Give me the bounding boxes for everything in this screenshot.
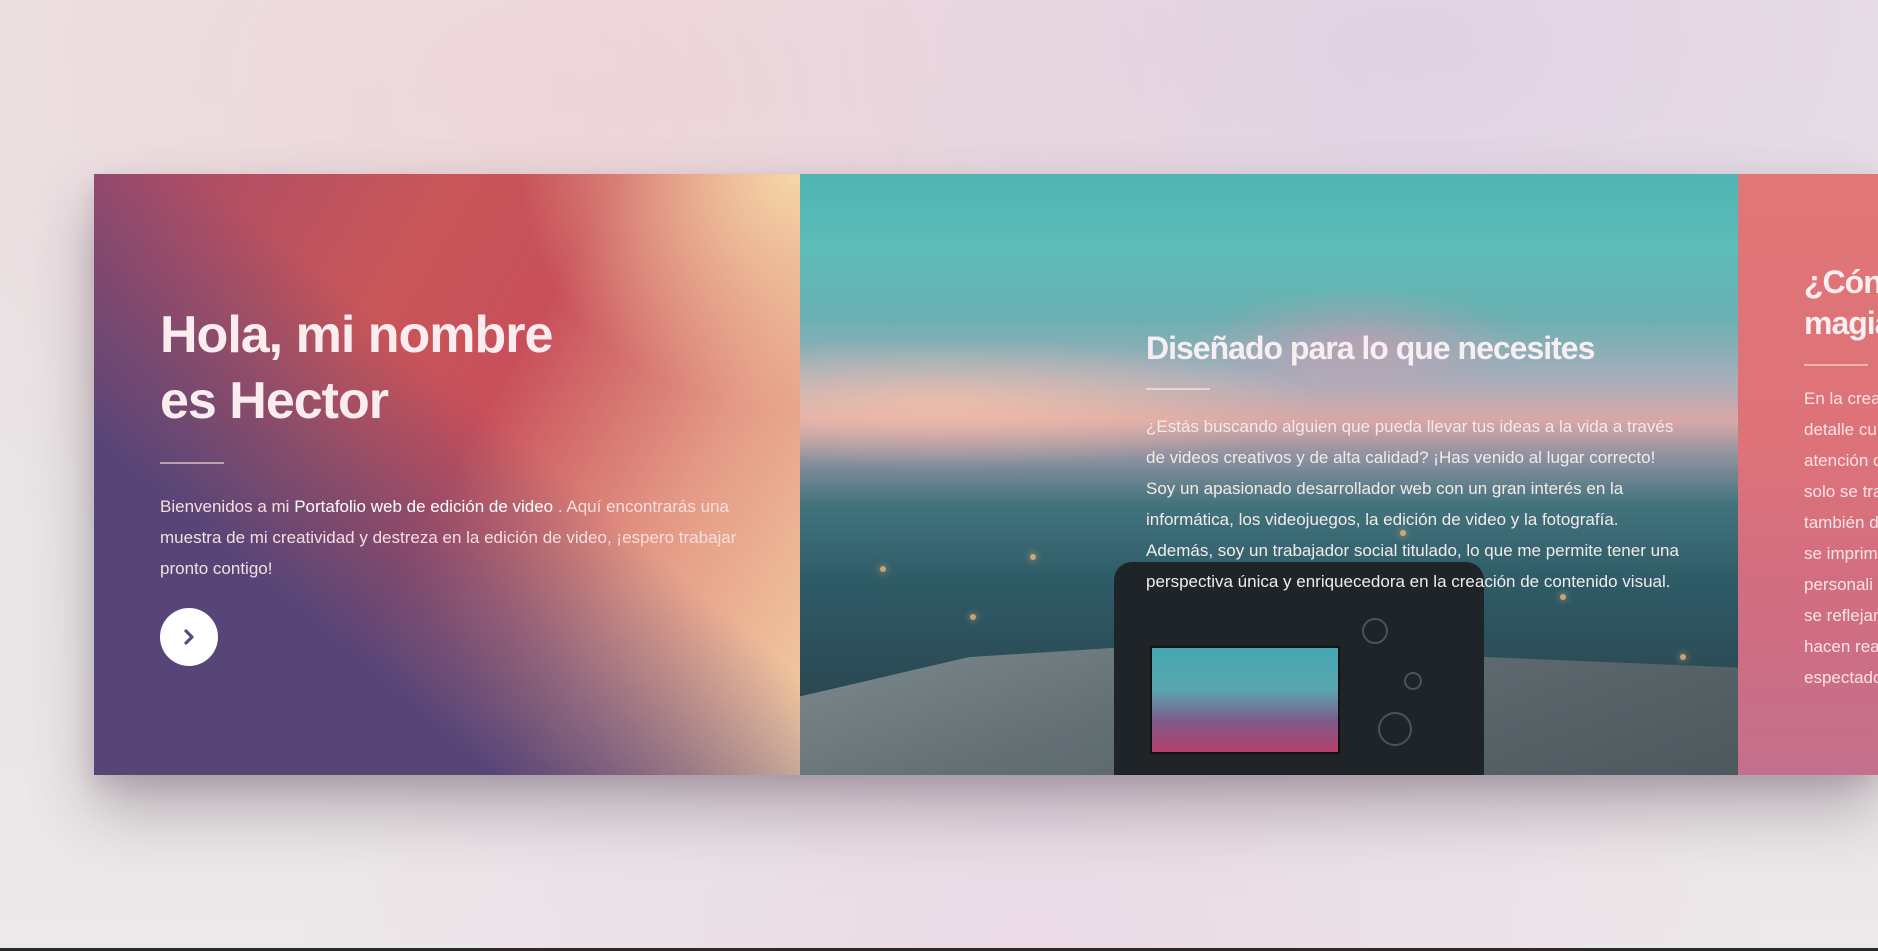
camera-dial bbox=[1404, 672, 1422, 690]
city-light bbox=[880, 566, 886, 572]
magic-title: ¿Cón magia bbox=[1804, 262, 1878, 344]
magic-text-line: solo se tra bbox=[1804, 482, 1878, 501]
about-title: Diseñado para lo que necesites bbox=[1146, 330, 1595, 366]
camera-dial bbox=[1362, 618, 1388, 644]
title-divider bbox=[160, 462, 224, 464]
magic-text-line: también d bbox=[1804, 513, 1878, 532]
portfolio-highlight: Portafolio web de edición de video bbox=[294, 497, 554, 516]
magic-text-line: se reflejan bbox=[1804, 606, 1878, 625]
city-light bbox=[1030, 554, 1036, 560]
magic-content: ¿Cón magia En la crea detalle cu atenció… bbox=[1804, 262, 1878, 693]
title-divider bbox=[1146, 388, 1210, 390]
magic-title-line-2: magia bbox=[1804, 305, 1878, 341]
magic-panel: ¿Cón magia En la crea detalle cu atenció… bbox=[1738, 174, 1878, 775]
magic-text-line: detalle cu bbox=[1804, 420, 1877, 439]
intro-text-start: Bienvenidos a mi bbox=[160, 497, 295, 516]
magic-text-line: personali bbox=[1804, 575, 1873, 594]
magic-text-line: espectado bbox=[1804, 668, 1878, 687]
magic-text-line: se imprim bbox=[1804, 544, 1878, 563]
about-text: ¿Estás buscando alguien que pueda llevar… bbox=[1146, 417, 1679, 591]
intro-panel: Hola, mi nombre es Hector Bienvenidos a … bbox=[94, 174, 800, 775]
city-light bbox=[970, 614, 976, 620]
magic-text-line: hacen rea bbox=[1804, 637, 1878, 656]
magic-title-line-1: ¿Cón bbox=[1804, 264, 1878, 300]
next-slide-button[interactable] bbox=[160, 608, 218, 666]
camera-dial bbox=[1378, 712, 1412, 746]
hero-title: Hola, mi nombre es Hector bbox=[160, 302, 750, 434]
chevron-right-icon bbox=[184, 629, 194, 645]
hero-title-line-2: es Hector bbox=[160, 372, 389, 430]
about-panel: Diseñado para lo que necesites ¿Estás bu… bbox=[800, 174, 1738, 775]
portfolio-slider: Hola, mi nombre es Hector Bienvenidos a … bbox=[94, 174, 1878, 775]
intro-content: Hola, mi nombre es Hector Bienvenidos a … bbox=[160, 302, 750, 584]
hero-title-line-1: Hola, mi nombre bbox=[160, 306, 553, 364]
about-content: Diseñado para lo que necesites ¿Estás bu… bbox=[1146, 328, 1686, 597]
intro-text: Bienvenidos a mi Portafolio web de edici… bbox=[160, 491, 750, 584]
city-light bbox=[1680, 654, 1686, 660]
magic-text-line: atención c bbox=[1804, 451, 1878, 470]
title-divider bbox=[1804, 364, 1868, 366]
magic-text-line: En la crea bbox=[1804, 389, 1878, 408]
magic-text: En la crea detalle cu atención c solo se… bbox=[1804, 383, 1878, 693]
camera-screen bbox=[1150, 646, 1340, 754]
